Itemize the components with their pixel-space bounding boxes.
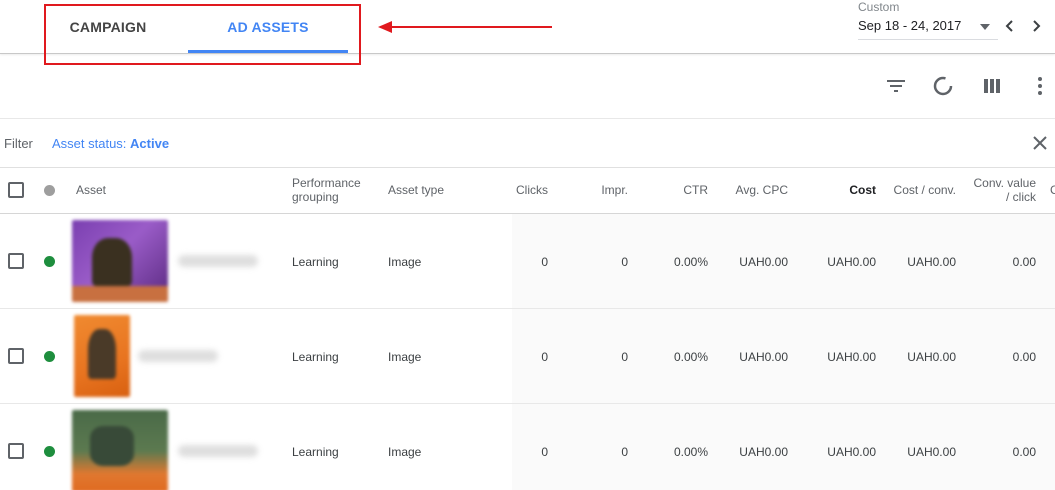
cell-cost-per-conv: UAH0.00 (907, 350, 956, 364)
column-conv-value-line1: Conv. value (973, 176, 1036, 190)
column-cut-off[interactable]: C (1050, 183, 1055, 197)
cell-clicks: 0 (541, 255, 548, 269)
date-range-label: Custom (858, 0, 900, 14)
cell-performance: Learning (292, 445, 339, 459)
column-conv-value-line2: / click (1006, 190, 1036, 204)
chevron-right-icon[interactable] (1027, 17, 1045, 35)
row-checkbox[interactable] (8, 348, 24, 364)
table-row[interactable]: Learning Image 0 0 0.00% UAH0.00 UAH0.00… (0, 214, 1055, 309)
cell-clicks: 0 (541, 350, 548, 364)
cell-clicks: 0 (541, 445, 548, 459)
tab-campaign[interactable]: CAMPAIGN (48, 0, 168, 54)
cell-performance: Learning (292, 255, 339, 269)
asset-thumbnail[interactable] (74, 315, 130, 397)
cell-cost: UAH0.00 (827, 350, 876, 364)
asset-name-blurred (178, 255, 258, 267)
status-dot-active (44, 256, 55, 267)
chevron-left-icon[interactable] (1001, 17, 1019, 35)
cell-cost-per-conv: UAH0.00 (907, 255, 956, 269)
asset-thumbnail[interactable] (72, 410, 168, 490)
filter-icon[interactable] (884, 74, 908, 98)
cell-conv-value: 0.00 (1012, 255, 1036, 269)
annotation-arrow (378, 21, 552, 33)
tab-ad-assets[interactable]: AD ASSETS (188, 0, 348, 54)
cell-ctr: 0.00% (673, 350, 708, 364)
select-all-checkbox[interactable] (8, 182, 24, 198)
column-performance-line1: Performance (292, 176, 361, 190)
cell-asset-type: Image (388, 445, 422, 459)
cell-conv-value: 0.00 (1012, 445, 1036, 459)
cell-cost-per-conv: UAH0.00 (907, 445, 956, 459)
column-cost[interactable]: Cost (806, 183, 876, 197)
column-avg-cpc[interactable]: Avg. CPC (718, 183, 788, 197)
cell-asset-type: Image (388, 255, 422, 269)
thumbnail-banner (72, 286, 168, 302)
asset-name-blurred (178, 445, 258, 457)
column-conv-value-per-click[interactable]: Conv. value / click (956, 176, 1036, 204)
filter-chip-asset-status[interactable]: Asset status: Active (52, 136, 169, 151)
close-icon[interactable] (1031, 134, 1049, 152)
column-performance-line2: grouping (292, 190, 339, 204)
thumbnail-figure (88, 329, 116, 379)
thumbnail-figure (92, 238, 132, 286)
row-checkbox[interactable] (8, 443, 24, 459)
table-row[interactable]: Learning Image 0 0 0.00% UAH0.00 UAH0.00… (0, 309, 1055, 404)
cell-impr: 0 (621, 255, 628, 269)
cell-cost: UAH0.00 (827, 445, 876, 459)
column-ctr[interactable]: CTR (638, 183, 708, 197)
cell-cost: UAH0.00 (827, 255, 876, 269)
cell-impr: 0 (621, 350, 628, 364)
filter-bar: Filter Asset status: Active (0, 118, 1055, 168)
cell-performance: Learning (292, 350, 339, 364)
table-row[interactable]: Learning Image 0 0 0.00% UAH0.00 UAH0.00… (0, 404, 1055, 490)
row-checkbox[interactable] (8, 253, 24, 269)
filter-label: Filter (4, 136, 33, 151)
filter-chip-value: Active (130, 136, 170, 151)
cell-asset-type: Image (388, 350, 422, 364)
column-cost-per-conv[interactable]: Cost / conv. (876, 183, 956, 197)
column-asset-type[interactable]: Asset type (388, 183, 444, 197)
active-tab-indicator (188, 50, 348, 53)
cell-avg-cpc: UAH0.00 (739, 255, 788, 269)
cell-conv-value: 0.00 (1012, 350, 1036, 364)
thumbnail-figure (90, 426, 134, 466)
column-performance-grouping[interactable]: Performance grouping (292, 176, 361, 204)
more-vert-icon[interactable] (1028, 74, 1052, 98)
table-header: Asset Performance grouping Asset type Cl… (0, 168, 1055, 214)
asset-thumbnail[interactable] (72, 220, 168, 302)
cell-avg-cpc: UAH0.00 (739, 445, 788, 459)
status-header-dot (44, 185, 55, 196)
cell-impr: 0 (621, 445, 628, 459)
asset-name-blurred (138, 350, 218, 362)
columns-icon[interactable] (980, 74, 1004, 98)
filter-chip-key: Asset status: (52, 136, 127, 151)
column-impr[interactable]: Impr. (558, 183, 628, 197)
cell-avg-cpc: UAH0.00 (739, 350, 788, 364)
date-range-underline (858, 39, 998, 40)
date-range-value[interactable]: Sep 18 - 24, 2017 (858, 18, 961, 33)
column-clicks[interactable]: Clicks (478, 183, 548, 197)
dropdown-arrow-icon[interactable] (979, 22, 991, 32)
cell-ctr: 0.00% (673, 255, 708, 269)
column-asset[interactable]: Asset (76, 183, 106, 197)
cell-ctr: 0.00% (673, 445, 708, 459)
segment-icon[interactable] (931, 74, 955, 98)
status-dot-active (44, 446, 55, 457)
status-dot-active (44, 351, 55, 362)
